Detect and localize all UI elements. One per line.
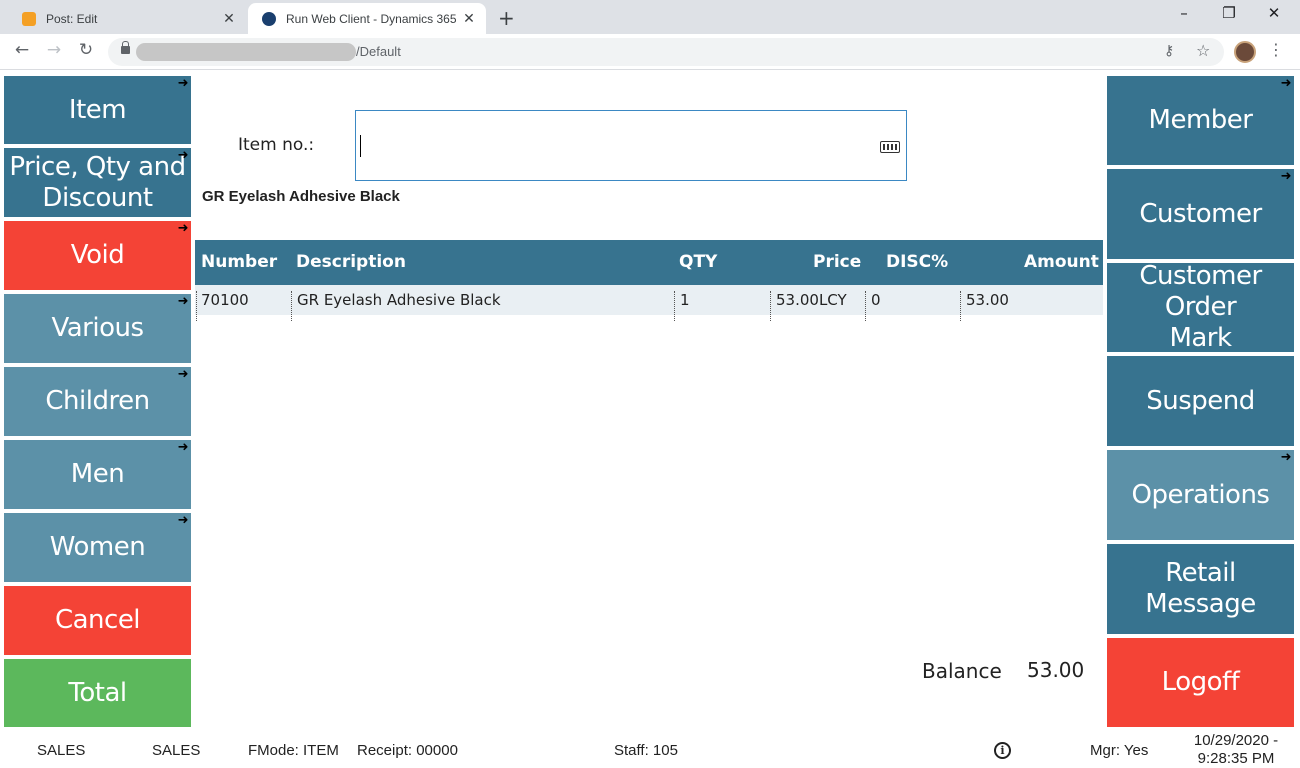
dynamics-favicon-icon	[262, 11, 276, 26]
cell-number: 70100	[201, 291, 249, 309]
children-button-label: Children	[45, 386, 150, 416]
void-button[interactable]: Void ➜	[4, 221, 191, 290]
tab-title: Post: Edit	[46, 11, 98, 26]
column-qty: QTY	[679, 252, 718, 272]
submenu-arrow-icon: ➜	[1280, 76, 1292, 91]
submenu-arrow-icon: ➜	[177, 148, 189, 163]
retail-message-button[interactable]: Retail Message	[1107, 544, 1294, 634]
status-time: 9:28:35 PM	[1197, 750, 1275, 767]
url-text: /Default	[356, 44, 401, 59]
cell-description: GR Eyelash Adhesive Black	[297, 291, 501, 309]
cell-price: 53.00LCY	[776, 291, 847, 309]
status-terminal: SALES	[152, 742, 201, 759]
item-button[interactable]: Item ➜	[4, 76, 191, 144]
logoff-button-label: Logoff	[1161, 667, 1240, 697]
total-button[interactable]: Total	[4, 659, 191, 727]
submenu-arrow-icon: ➜	[177, 367, 189, 382]
cancel-button[interactable]: Cancel	[4, 586, 191, 655]
key-icon[interactable]: ⚷	[1164, 43, 1174, 59]
item-button-label: Item	[68, 94, 127, 125]
tab-title: Run Web Client - Dynamics 365 Bus	[286, 11, 458, 26]
submenu-arrow-icon: ➜	[177, 76, 189, 91]
women-button-label: Women	[49, 532, 146, 562]
status-staff: Staff: 105	[614, 742, 678, 759]
suspend-button[interactable]: Suspend	[1107, 356, 1294, 446]
column-price: Price	[813, 252, 862, 272]
browser-menu-icon[interactable]: ⋮	[1268, 40, 1284, 59]
customer-button-label: Customer	[1139, 198, 1262, 229]
reload-button[interactable]: ↻	[74, 40, 98, 60]
balance-value: 53.00	[1027, 658, 1085, 682]
submenu-arrow-icon: ➜	[177, 294, 189, 309]
submenu-arrow-icon: ➜	[1280, 169, 1292, 184]
new-tab-button[interactable]: +	[498, 6, 515, 30]
item-no-input[interactable]	[355, 110, 907, 181]
column-disc: DISC%	[886, 252, 949, 272]
close-tab-icon[interactable]: ✕	[458, 10, 480, 27]
submenu-arrow-icon: ➜	[177, 440, 189, 455]
column-amount: Amount	[1024, 252, 1099, 272]
forward-button[interactable]: →	[42, 40, 66, 60]
restore-button[interactable]: ❐	[1209, 4, 1249, 22]
redacted-url	[136, 43, 356, 61]
tab-run-web-client[interactable]: Run Web Client - Dynamics 365 Bus ✕	[248, 3, 486, 34]
close-window-button[interactable]: ✕	[1254, 4, 1294, 22]
table-row[interactable]: 70100 GR Eyelash Adhesive Black 1 53.00L…	[195, 285, 1103, 321]
info-icon[interactable]: i	[994, 742, 1011, 759]
men-button[interactable]: Men ➜	[4, 440, 191, 509]
cell-amount: 53.00	[966, 291, 1009, 309]
status-fmode: FMode: ITEM	[248, 742, 339, 759]
customer-order-mark-button[interactable]: Customer Order Mark	[1107, 261, 1294, 353]
keyboard-icon[interactable]	[880, 141, 900, 153]
lock-icon	[121, 41, 130, 54]
price-qty-discount-label: Price, Qty and Discount	[9, 151, 186, 213]
star-icon[interactable]: ☆	[1196, 41, 1210, 60]
cell-disc: 0	[871, 291, 881, 309]
submenu-arrow-icon: ➜	[1280, 450, 1292, 465]
various-button-label: Various	[51, 313, 144, 343]
status-receipt: Receipt: 00000	[357, 742, 458, 759]
customer-order-mark-label: Customer Order Mark	[1139, 261, 1262, 353]
status-datetime: 10/29/2020 - 9:28:35 PM	[1180, 732, 1292, 768]
text-caret	[360, 135, 361, 157]
operations-button[interactable]: Operations ➜	[1107, 450, 1294, 540]
void-button-label: Void	[70, 240, 125, 270]
cancel-button-label: Cancel	[54, 605, 141, 635]
status-date: 10/29/2020 -	[1193, 732, 1279, 749]
cell-qty: 1	[680, 291, 690, 309]
profile-avatar[interactable]	[1234, 41, 1256, 63]
column-number: Number	[201, 252, 278, 272]
submenu-arrow-icon: ➜	[177, 513, 189, 528]
browser-toolbar: ← → ↻ /Default ⚷ ☆ ⋮	[0, 34, 1300, 70]
submenu-arrow-icon: ➜	[177, 221, 189, 236]
member-button-label: Member	[1148, 105, 1253, 135]
women-button[interactable]: Women ➜	[4, 513, 191, 582]
men-button-label: Men	[70, 459, 125, 489]
children-button[interactable]: Children ➜	[4, 367, 191, 436]
current-item-description: GR Eyelash Adhesive Black	[202, 188, 400, 205]
tab-post-edit[interactable]: Post: Edit ✕	[8, 3, 246, 34]
balance-label: Balance	[922, 659, 1002, 683]
customer-button[interactable]: Customer ➜	[1107, 169, 1294, 259]
logoff-button[interactable]: Logoff	[1107, 638, 1294, 727]
grid-header: Number Description QTY Price DISC% Amoun…	[195, 240, 1103, 285]
address-bar[interactable]: /Default ⚷ ☆	[108, 38, 1224, 66]
blogger-favicon-icon	[22, 11, 36, 26]
price-qty-discount-button[interactable]: Price, Qty and Discount ➜	[4, 148, 191, 217]
transaction-grid: Number Description QTY Price DISC% Amoun…	[195, 240, 1103, 321]
item-no-label: Item no.:	[238, 135, 315, 155]
various-button[interactable]: Various ➜	[4, 294, 191, 363]
close-tab-icon[interactable]: ✕	[218, 10, 240, 27]
member-button[interactable]: Member ➜	[1107, 76, 1294, 165]
total-button-label: Total	[68, 677, 127, 708]
browser-tab-bar: Post: Edit ✕ Run Web Client - Dynamics 3…	[0, 0, 1300, 34]
back-button[interactable]: ←	[10, 40, 34, 60]
suspend-button-label: Suspend	[1146, 385, 1255, 416]
column-description: Description	[296, 252, 406, 272]
retail-message-label: Retail Message	[1145, 558, 1256, 619]
status-manager: Mgr: Yes	[1090, 742, 1149, 759]
minimize-button[interactable]: –	[1164, 4, 1204, 22]
status-store: SALES	[37, 742, 86, 759]
operations-button-label: Operations	[1131, 479, 1270, 510]
